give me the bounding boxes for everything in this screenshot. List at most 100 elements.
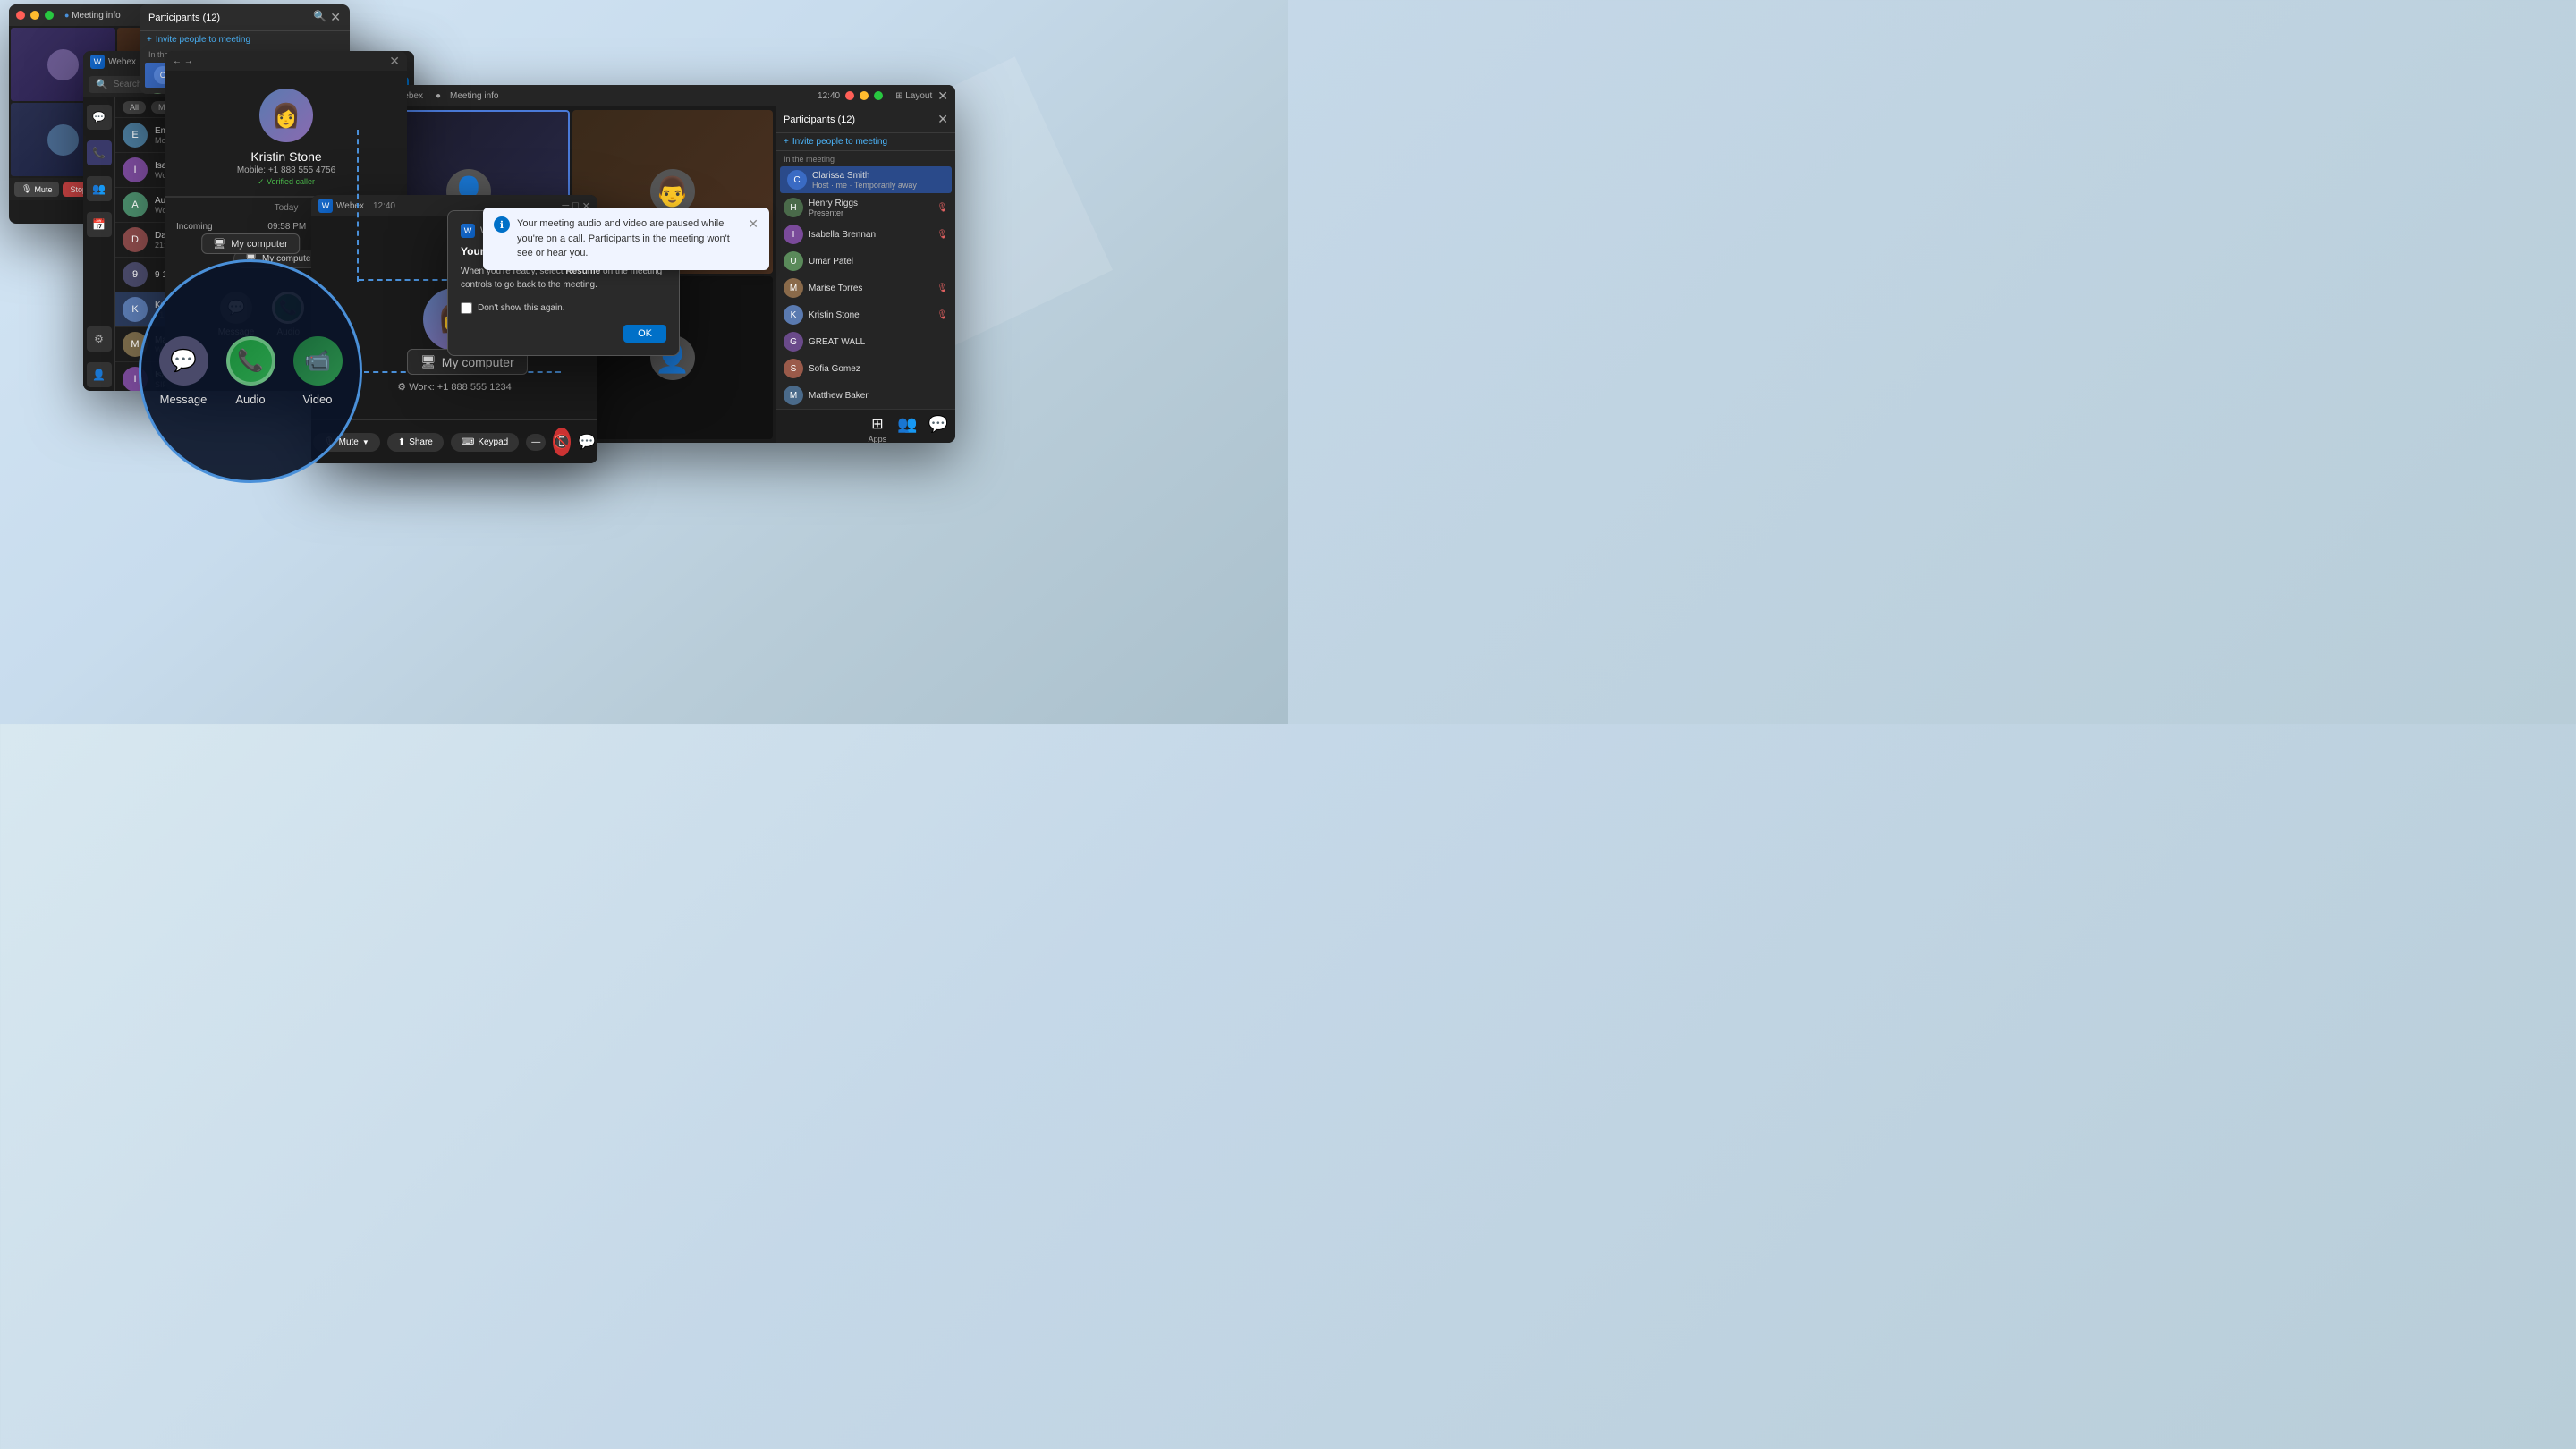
rp-person-henry: H Henry Riggs Presenter 🎙 (776, 194, 955, 221)
avatar-emily: E (123, 123, 148, 148)
rp-avatar-henry: H (784, 198, 803, 217)
rp-avatar-great-wall: G (784, 332, 803, 352)
rp-close-icon[interactable]: ✕ (937, 112, 948, 127)
end-call-btn[interactable]: 📵 (553, 428, 571, 456)
invite-people-button[interactable]: + Invite people to meeting (140, 31, 350, 48)
rp-avatar-umar: U (784, 251, 803, 271)
nav-contacts-icon[interactable]: 👥 (87, 176, 112, 201)
keypad-active-btn[interactable]: ⌨ Keypad (451, 433, 519, 452)
time-right: 12:40 (818, 91, 840, 101)
keypad-icon-active: ⌨ (462, 437, 474, 447)
dialog-webex-icon: W (461, 224, 475, 238)
circle-menu: 🖥 My computer 💬 Message 📞 Audio 📹 Video (139, 259, 362, 483)
rp-avatar-marise-r: M (784, 278, 803, 298)
rp-person-clarissa: C Clarissa Smith Host · me · Temporarily… (780, 166, 952, 193)
nav-avatar-icon[interactable]: 👤 (87, 362, 112, 387)
search-icon-panel[interactable]: 🔍 (313, 10, 326, 25)
maximize-btn-topleft[interactable] (45, 11, 54, 20)
close-btn-topleft[interactable] (16, 11, 25, 20)
rp-in-meeting-label: In the meeting (776, 151, 955, 165)
close-detail[interactable]: ✕ (389, 54, 400, 69)
chat-icon-right[interactable]: 💬 (928, 415, 948, 443)
rp-person-great-wall: G GREAT WALL (776, 328, 955, 355)
person-silhouette-1 (47, 49, 79, 80)
rp-header: Participants (12) ✕ (776, 106, 955, 133)
webex-label: Webex (108, 57, 136, 67)
close-icon-panel[interactable]: ✕ (330, 10, 341, 25)
webex-label-active-call: Webex (336, 201, 364, 211)
min-btn-right[interactable] (860, 91, 869, 100)
avatar-henry: H (148, 93, 166, 95)
close-btn-right[interactable] (845, 91, 854, 100)
search-icon-call: 🔍 (96, 79, 108, 90)
circle-actions: 💬 Message 📞 Audio 📹 Video (159, 336, 343, 406)
layout-label-right: ⊞ Layout (895, 91, 932, 101)
circle-audio-icon: 📞 (226, 336, 275, 386)
mic-icon-kristin-r: 🎙 (936, 310, 948, 320)
caller-name: Kristin Stone (250, 149, 321, 164)
rp-person-umar: U Umar Patel (776, 248, 955, 275)
computer-icon-floating: 🖥 (420, 354, 436, 369)
share-active-btn[interactable]: ⬆ Share (387, 433, 444, 452)
dont-show-checkbox[interactable] (461, 302, 472, 314)
dialog-ok-button[interactable]: OK (623, 325, 666, 343)
dashed-line-v (357, 130, 359, 282)
rp-avatar-matthew: M (784, 386, 803, 405)
minimize-btn-topleft[interactable] (30, 11, 39, 20)
filter-all[interactable]: All (123, 101, 146, 114)
nav-messages-icon[interactable]: 💬 (87, 105, 112, 130)
rp-person-sofia-r: S Sofia Gomez (776, 355, 955, 382)
dialog-ok-area: OK (461, 325, 666, 343)
caller-avatar-large: 👩 (259, 89, 313, 142)
mic-icon-isabella: 🎙 (936, 230, 948, 240)
rp-person-kristin-r: K Kristin Stone 🎙 (776, 301, 955, 328)
notification-toast: ℹ Your meeting audio and video are pause… (483, 208, 769, 270)
meeting-info-title-right: Meeting info (450, 91, 498, 101)
caller-section: 👩 Kristin Stone Mobile: +1 888 555 4756 … (165, 71, 407, 196)
rp-avatar-sofia-r: S (784, 359, 803, 378)
avatar-isabella1: I (123, 157, 148, 182)
webex-logo-icon: W (90, 55, 105, 69)
chat-active-icon[interactable]: 💬 (578, 433, 596, 451)
nav-settings-icon[interactable]: ⚙ (87, 326, 112, 352)
caller-phone: Mobile: +1 888 555 4756 (237, 165, 335, 175)
max-btn-right[interactable] (874, 91, 883, 100)
avatar-austen1: A (123, 192, 148, 217)
chevron-mute: ▼ (362, 438, 369, 446)
circle-message-btn[interactable]: 💬 Message (159, 336, 208, 406)
right-participants-panel: Participants (12) ✕ + Invite people to m… (776, 106, 955, 443)
call-detail-titlebar: ← → ✕ (165, 51, 407, 71)
rp-person-isabella: I Isabella Brennan 🎙 (776, 221, 955, 248)
dialog-checkbox[interactable]: Don't show this again. (461, 302, 666, 314)
avatar-darren: D (123, 227, 148, 252)
circle-audio-btn[interactable]: 📞 Audio (226, 336, 275, 406)
meeting-info-label-right: ● (436, 91, 441, 101)
participants-count: Participants (12) (148, 13, 220, 23)
mic-icon-henry: 🎙 (936, 203, 948, 213)
webex-logo-active-call: W (318, 199, 333, 213)
circle-message-icon: 💬 (159, 336, 208, 386)
nav-meetings-icon[interactable]: 📅 (87, 212, 112, 237)
active-caller-phone: ⚙ Work: +1 888 555 1234 (397, 381, 511, 393)
mic-icon-marise: 🎙 (936, 284, 948, 293)
mute-button-topleft[interactable]: 🎙 Mute (14, 182, 59, 197)
share-icon-active: ⬆ (398, 437, 405, 447)
computer-icon-circle: 🖥 (213, 238, 225, 250)
circle-video-icon: 📹 (293, 336, 343, 386)
rp-avatar-isabella-r: I (784, 225, 803, 244)
left-nav: 💬 📞 👥 📅 ⚙ 👤 (83, 97, 115, 391)
rp-avatar-kristin-r: K (784, 305, 803, 325)
notification-text: Your meeting audio and video are paused … (517, 216, 741, 261)
rp-invite-btn[interactable]: + Invite people to meeting (776, 133, 955, 151)
participants-panel-header: Participants (12) 🔍 ✕ (140, 4, 350, 31)
toast-close-btn[interactable]: ✕ (748, 216, 758, 232)
close-right-meeting[interactable]: ✕ (937, 89, 948, 104)
rp-title: Participants (12) (784, 114, 855, 125)
nav-calls-icon[interactable]: 📞 (87, 140, 112, 165)
more-active-btn[interactable]: — (526, 434, 546, 451)
apps-button-right[interactable]: ⊞ Apps (869, 415, 887, 443)
webex-logo-area: W Webex (90, 55, 136, 69)
person-silhouette-3 (47, 124, 79, 156)
people-icon-right[interactable]: 👥 (897, 415, 917, 443)
circle-video-btn[interactable]: 📹 Video (293, 336, 343, 406)
